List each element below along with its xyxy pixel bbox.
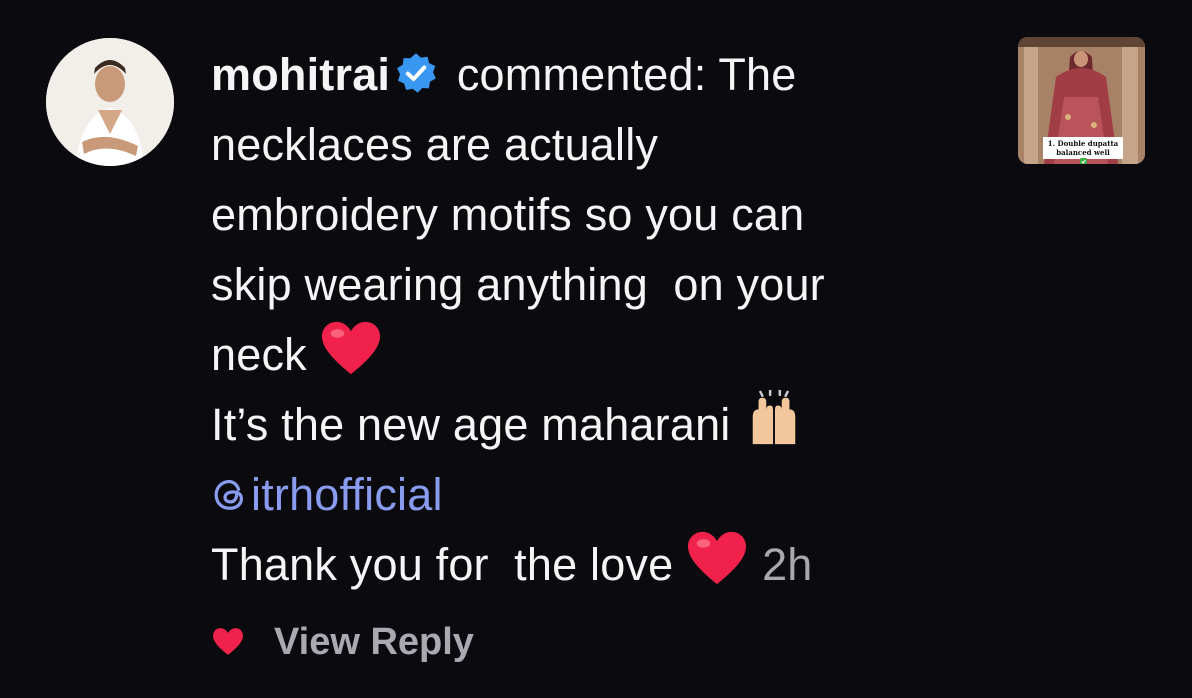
comment-line-8: Thank you for the love 2h [211, 530, 991, 600]
like-heart-icon[interactable] [210, 626, 246, 658]
thumbnail-caption-text-2: balanced well [1056, 148, 1110, 157]
comment-text-1: commented: The [444, 49, 797, 100]
comment-text-7: Thank you for the love [211, 539, 674, 590]
thumbnail-caption-line-2: balanced well [1043, 148, 1123, 164]
thumbnail-caption-line-1: 1. Double dupatta [1047, 139, 1119, 148]
heart-icon [688, 531, 747, 585]
view-reply-button[interactable]: View Reply [274, 621, 474, 664]
comment-text-4: skip wearing anything on your [211, 259, 825, 310]
avatar-photo [46, 38, 174, 166]
comment-text-2: necklaces are actually [211, 119, 659, 170]
username[interactable]: mohitrai [211, 49, 390, 100]
timestamp: 2h [762, 539, 813, 590]
verified-badge-icon [397, 53, 436, 93]
check-icon [1079, 158, 1087, 164]
raised-hands-icon [752, 390, 796, 445]
mention-link[interactable]: itrhofficial [251, 469, 443, 520]
thumbnail-caption: 1. Double dupatta balanced well [1043, 137, 1123, 164]
threads-icon [214, 479, 244, 510]
post-thumbnail[interactable]: 1. Double dupatta balanced well [1018, 37, 1145, 164]
comment-line-7: itrhofficial [211, 460, 991, 530]
comment-line-6: It’s the new age maharani [211, 390, 991, 460]
comment-body: mohitrai commented: The necklaces are ac… [211, 40, 991, 600]
avatar[interactable] [46, 38, 174, 166]
heart-icon [321, 321, 380, 375]
comment-text-3: embroidery motifs so you can [211, 189, 805, 240]
comment-text-5: neck [211, 329, 307, 380]
comment-actions: View Reply [210, 614, 474, 670]
comment-line-1: mohitrai commented: The [211, 40, 991, 110]
comment-line-5: neck [211, 320, 991, 390]
comment-text-6: It’s the new age maharani [211, 399, 731, 450]
